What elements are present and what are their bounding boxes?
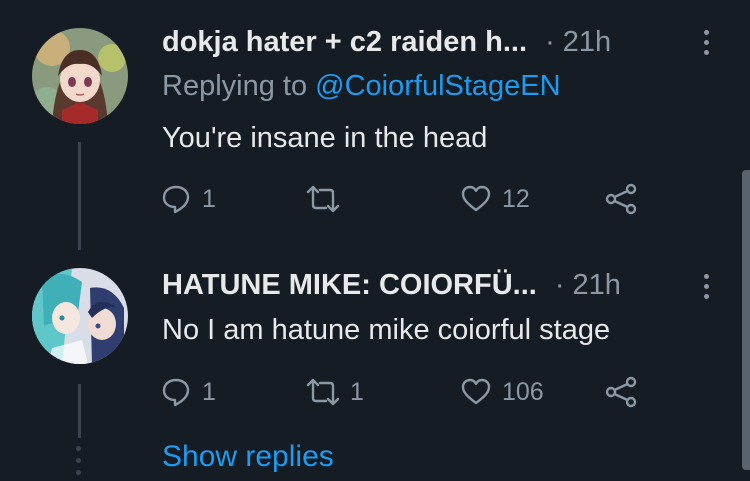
reply-count: 1 — [202, 184, 216, 213]
tweet-header: HATUNE MIKE: COIORFÜ... · 21h — [162, 269, 621, 302]
reply-button[interactable]: 1 — [160, 376, 216, 408]
more-icon[interactable] — [700, 30, 712, 55]
thread-line — [78, 142, 81, 250]
replying-prefix: Replying to — [162, 70, 316, 102]
miku-avatar-icon — [32, 268, 128, 364]
timestamp[interactable]: 21h — [563, 26, 611, 59]
reply-handle-link[interactable]: @CoiorfulStageEN — [315, 70, 560, 102]
avatar[interactable] — [32, 268, 128, 364]
more-icon[interactable] — [700, 274, 712, 299]
retweet-icon — [306, 185, 340, 213]
scrollbar[interactable] — [742, 170, 750, 470]
like-icon — [461, 185, 491, 212]
anime-girl-avatar-icon — [32, 28, 128, 124]
tweet-actions: 1 12 — [160, 183, 660, 223]
avatar[interactable] — [32, 28, 128, 124]
display-name[interactable]: HATUNE MIKE: COIORFÜ... — [162, 269, 537, 302]
tweet-actions: 1 1 106 — [160, 376, 660, 416]
like-count: 12 — [502, 184, 530, 213]
like-icon — [461, 378, 491, 405]
share-icon — [605, 183, 637, 215]
retweet-icon — [306, 378, 340, 406]
thread-line — [78, 384, 81, 438]
thread-dots — [76, 446, 81, 475]
tweet-text: No I am hatune mike coiorful stage — [162, 314, 611, 346]
reply-count: 1 — [202, 377, 216, 406]
share-button[interactable] — [604, 376, 638, 408]
reply-icon — [162, 185, 190, 214]
like-count: 106 — [502, 377, 544, 406]
timestamp[interactable]: 21h — [573, 269, 621, 302]
reply-button[interactable]: 1 — [160, 183, 216, 215]
like-button[interactable]: 106 — [460, 376, 544, 408]
separator: · — [554, 269, 565, 301]
like-button[interactable]: 12 — [460, 183, 530, 215]
tweet-header: dokja hater + c2 raiden h... · 21h — [162, 26, 611, 59]
retweet-count: 1 — [350, 377, 364, 406]
display-name[interactable]: dokja hater + c2 raiden h... — [162, 26, 527, 59]
share-icon — [605, 376, 637, 408]
replying-to: Replying to @CoiorfulStageEN — [162, 70, 561, 103]
separator: · — [545, 26, 555, 58]
show-replies-link[interactable]: Show replies — [162, 440, 334, 474]
reply-icon — [162, 378, 190, 407]
retweet-button[interactable] — [306, 183, 350, 215]
tweet-text: You're insane in the head — [162, 122, 488, 154]
retweet-button[interactable]: 1 — [306, 376, 364, 408]
share-button[interactable] — [604, 183, 638, 215]
